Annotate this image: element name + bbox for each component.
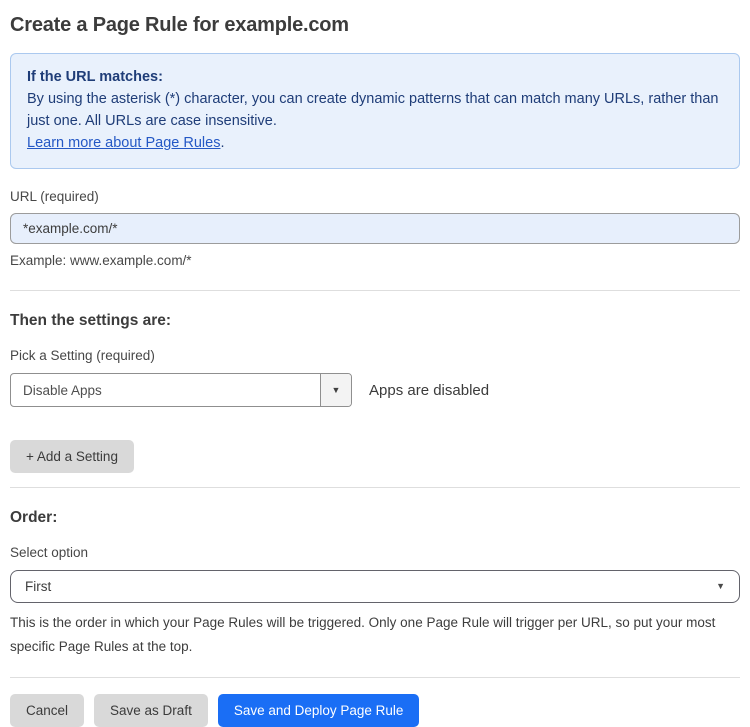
info-box-body: By using the asterisk (*) character, you… — [27, 91, 719, 129]
setting-dropdown-arrow-button[interactable]: ▼ — [320, 374, 351, 406]
page-rule-form: Create a Page Rule for example.com If th… — [0, 0, 750, 727]
cancel-button[interactable]: Cancel — [10, 694, 85, 727]
link-suffix: . — [220, 135, 225, 151]
setting-dropdown-value: Disable Apps — [23, 382, 102, 398]
url-input[interactable] — [10, 213, 740, 244]
info-box-link-line: Learn more about Page Rules. — [27, 132, 723, 154]
setting-dropdown[interactable]: Disable Apps ▼ — [10, 373, 352, 407]
order-select-value: First — [25, 579, 52, 594]
order-help-text: This is the order in which your Page Rul… — [10, 615, 716, 654]
divider — [10, 677, 740, 678]
order-section-heading: Order: — [10, 509, 58, 526]
page-title: Create a Page Rule for example.com — [10, 14, 349, 36]
url-example-hint: Example: www.example.com/* — [10, 253, 192, 268]
learn-more-link[interactable]: Learn more about Page Rules — [27, 135, 220, 151]
order-select[interactable]: First ▼ — [10, 570, 740, 603]
settings-section-heading: Then the settings are: — [10, 312, 172, 329]
setting-status-text: Apps are disabled — [369, 381, 490, 399]
url-match-info-box: If the URL matches: By using the asteris… — [10, 53, 740, 169]
info-box-heading: If the URL matches: — [27, 69, 163, 85]
divider — [10, 487, 740, 488]
setting-row: Disable Apps ▼ Apps are disabled — [10, 373, 740, 407]
footer-actions: Cancel Save as Draft Save and Deploy Pag… — [10, 694, 740, 727]
save-draft-button[interactable]: Save as Draft — [94, 694, 208, 727]
chevron-down-icon: ▼ — [331, 384, 341, 395]
add-setting-button[interactable]: + Add a Setting — [10, 440, 134, 473]
divider — [10, 290, 740, 291]
order-select-label: Select option — [10, 545, 89, 560]
chevron-down-icon: ▼ — [716, 581, 725, 591]
pick-setting-label: Pick a Setting (required) — [10, 348, 155, 363]
url-field-label: URL (required) — [10, 189, 99, 204]
save-deploy-button[interactable]: Save and Deploy Page Rule — [217, 694, 420, 727]
